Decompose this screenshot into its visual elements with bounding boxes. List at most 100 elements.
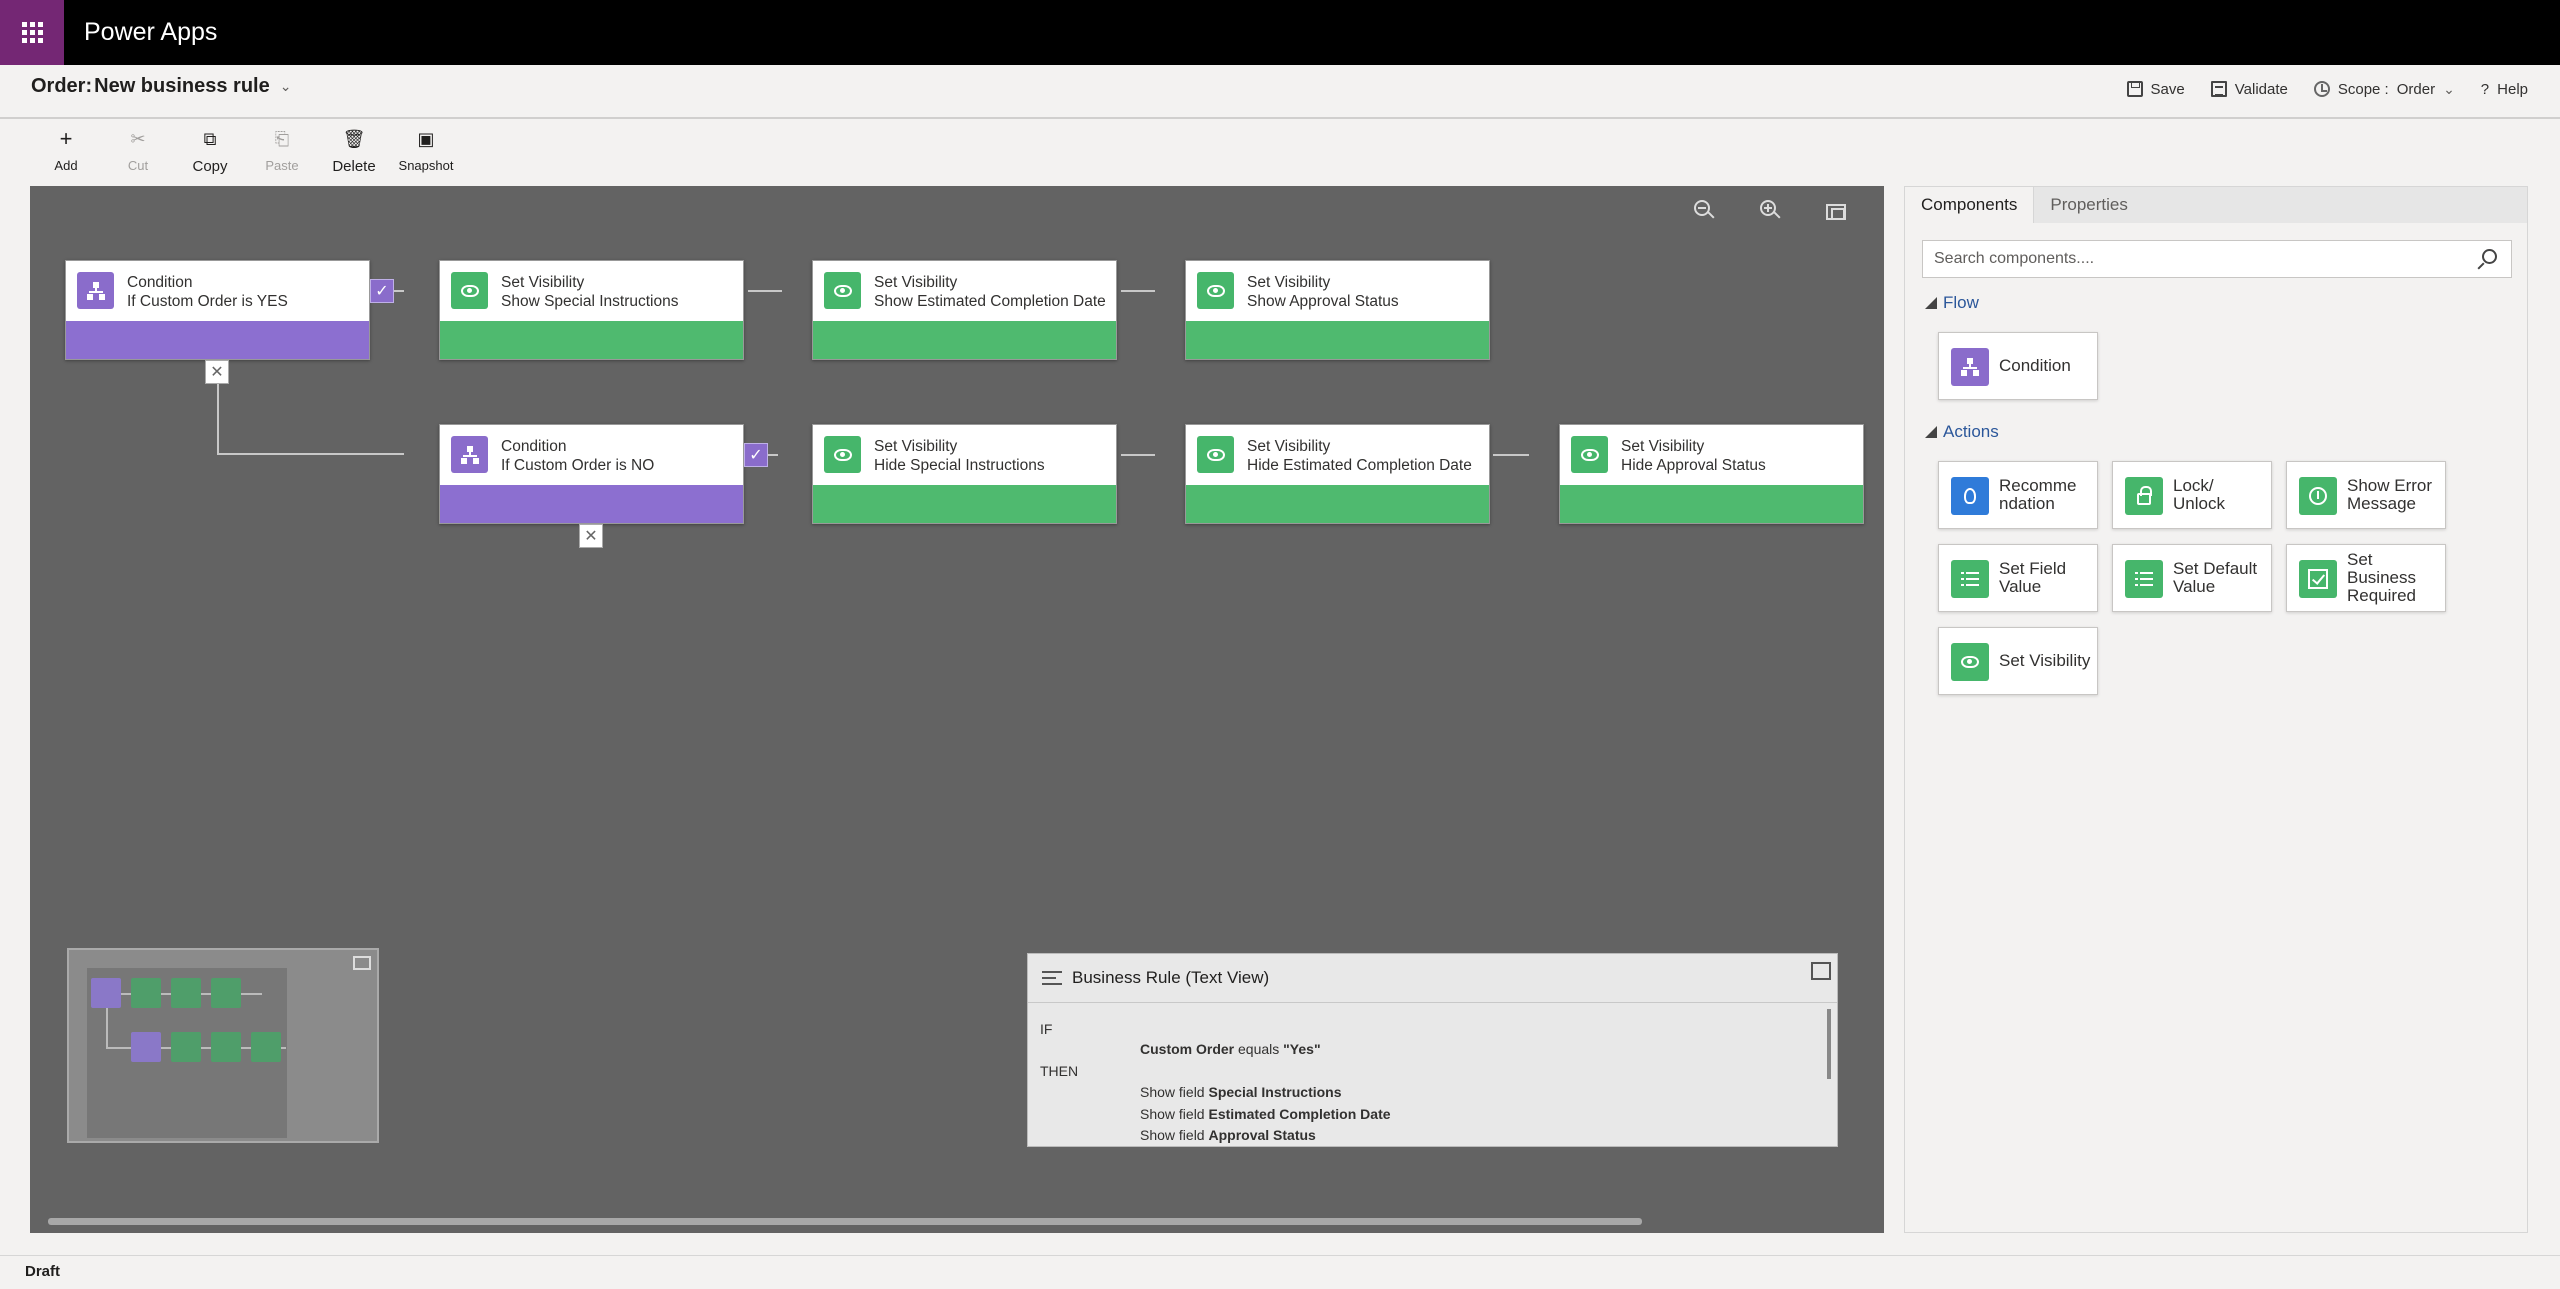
- set-visibility-node[interactable]: Set Visibility Hide Estimated Completion…: [1185, 424, 1490, 524]
- eye-icon: [1197, 436, 1234, 473]
- validate-icon: [2210, 81, 2227, 97]
- horizontal-scrollbar[interactable]: [48, 1218, 1642, 1225]
- flow-section-header[interactable]: Flow: [1925, 293, 1979, 313]
- tab-properties[interactable]: Properties: [2034, 187, 2143, 223]
- if-label: IF: [1040, 1021, 1053, 1037]
- rule-title[interactable]: Order: New business rule ⌄: [31, 75, 291, 98]
- cut-button[interactable]: ✂ Cut: [102, 128, 174, 184]
- save-icon: [2126, 81, 2143, 97]
- condition-line: Custom Order equals "Yes": [1140, 1041, 1321, 1057]
- scope-icon: [2313, 81, 2330, 97]
- paste-button[interactable]: ⎗ Paste: [246, 128, 318, 184]
- node-detail: Show Approval Status: [1247, 293, 1399, 310]
- error-icon: [2299, 477, 2337, 515]
- fit-to-screen-icon[interactable]: [1826, 200, 1850, 224]
- zoom-in-icon[interactable]: [1760, 200, 1784, 224]
- component-set-field-value[interactable]: Set Field Value: [1938, 544, 2098, 612]
- component-set-default-value[interactable]: Set Default Value: [2112, 544, 2272, 612]
- then-label: THEN: [1040, 1063, 1079, 1079]
- scope-dropdown[interactable]: Scope : Order ⌄: [2313, 80, 2455, 98]
- minimap-node: [211, 978, 241, 1008]
- action-line: Show field Approval Status: [1140, 1127, 1316, 1143]
- eye-icon: [824, 272, 861, 309]
- paste-icon: ⎗: [274, 129, 290, 149]
- eye-icon: [1951, 643, 1989, 681]
- expand-icon[interactable]: [353, 956, 371, 970]
- component-show-error-message[interactable]: Show Error Message: [2286, 461, 2446, 529]
- rule-name: New business rule: [94, 75, 270, 97]
- search-input[interactable]: Search components....: [1922, 240, 2512, 278]
- copy-icon: ⧉: [203, 129, 217, 149]
- set-visibility-node[interactable]: Set Visibility Hide Special Instructions: [812, 424, 1117, 524]
- actions-section-header[interactable]: Actions: [1925, 422, 1999, 442]
- text-view-panel: Business Rule (Text View) IF Custom Orde…: [1027, 953, 1838, 1147]
- add-button[interactable]: + Add: [30, 128, 102, 184]
- tab-components[interactable]: Components: [1905, 187, 2035, 223]
- condition-icon: [451, 436, 488, 473]
- command-header: Order: New business rule ⌄ Save Validate…: [0, 65, 2560, 119]
- no-branch-x-icon[interactable]: ✕: [579, 524, 603, 548]
- designer-canvas[interactable]: Condition If Custom Order is YES ✓ ✕ Set…: [30, 186, 1884, 1233]
- connector: [217, 453, 404, 455]
- component-set-visibility[interactable]: Set Visibility: [1938, 627, 2098, 695]
- condition-icon: [1951, 348, 1989, 386]
- node-type: Set Visibility: [1247, 274, 1331, 291]
- collapse-triangle-icon: [1925, 426, 1937, 438]
- yes-branch-checkmark-icon[interactable]: ✓: [370, 279, 394, 303]
- connector: [748, 290, 782, 292]
- snapshot-button[interactable]: ▣ Snapshot: [390, 128, 462, 184]
- trash-icon: 🗑: [342, 129, 366, 149]
- node-type: Set Visibility: [874, 274, 958, 291]
- no-branch-x-icon[interactable]: ✕: [205, 360, 229, 384]
- entity-name: Order:: [31, 75, 93, 97]
- list-check-icon: [2125, 560, 2163, 598]
- condition-icon: [77, 272, 114, 309]
- chevron-down-icon: ⌄: [2443, 80, 2455, 97]
- minimap-node: [91, 978, 121, 1008]
- action-line: Show field Special Instructions: [1140, 1084, 1342, 1100]
- node-detail: Hide Special Instructions: [874, 457, 1045, 474]
- app-launcher-waffle-icon[interactable]: [0, 0, 64, 65]
- chevron-down-icon[interactable]: ⌄: [280, 78, 292, 95]
- node-type: Condition: [501, 438, 567, 455]
- minimap-node: [211, 1032, 241, 1062]
- checkbox-icon: [2299, 560, 2337, 598]
- help-button[interactable]: ? Help: [2481, 81, 2528, 98]
- eye-icon: [1197, 272, 1234, 309]
- search-icon[interactable]: [2477, 249, 2497, 270]
- scrollbar[interactable]: [1827, 1009, 1831, 1079]
- delete-button[interactable]: 🗑 Delete: [318, 128, 390, 184]
- set-visibility-node[interactable]: Set Visibility Show Approval Status: [1185, 260, 1490, 360]
- minimap-node: [251, 1032, 281, 1062]
- node-type: Condition: [127, 274, 193, 291]
- status-text: Draft: [25, 1263, 61, 1280]
- condition-node-yes[interactable]: Condition If Custom Order is YES: [65, 260, 370, 360]
- minimap[interactable]: [67, 948, 379, 1143]
- connector: [1121, 290, 1155, 292]
- validate-button[interactable]: Validate: [2210, 81, 2288, 98]
- zoom-out-icon[interactable]: [1694, 200, 1718, 224]
- node-type: Set Visibility: [501, 274, 585, 291]
- condition-node-no[interactable]: Condition If Custom Order is NO: [439, 424, 744, 524]
- expand-icon[interactable]: [1811, 962, 1831, 980]
- eye-icon: [451, 272, 488, 309]
- node-type: Set Visibility: [874, 438, 958, 455]
- set-visibility-node[interactable]: Set Visibility Hide Approval Status: [1559, 424, 1864, 524]
- copy-button[interactable]: ⧉ Copy: [174, 128, 246, 184]
- component-set-business-required[interactable]: Set Business Required: [2286, 544, 2446, 612]
- connector: [1121, 454, 1155, 456]
- node-detail: If Custom Order is YES: [127, 293, 288, 310]
- component-lock-unlock[interactable]: Lock/ Unlock: [2112, 461, 2272, 529]
- components-panel: Components Properties Search components.…: [1904, 186, 2528, 1233]
- save-button[interactable]: Save: [2126, 81, 2185, 98]
- set-visibility-node[interactable]: Set Visibility Show Estimated Completion…: [812, 260, 1117, 360]
- text-view-icon: [1042, 971, 1062, 985]
- status-bar: Draft: [0, 1255, 2560, 1289]
- component-condition[interactable]: Condition: [1938, 332, 2098, 400]
- node-detail: If Custom Order is NO: [501, 457, 655, 474]
- component-recommendation[interactable]: Recomme ndation: [1938, 461, 2098, 529]
- minimap-node: [171, 1032, 201, 1062]
- set-visibility-node[interactable]: Set Visibility Show Special Instructions: [439, 260, 744, 360]
- list-check-icon: [1951, 560, 1989, 598]
- yes-branch-checkmark-icon[interactable]: ✓: [744, 443, 768, 467]
